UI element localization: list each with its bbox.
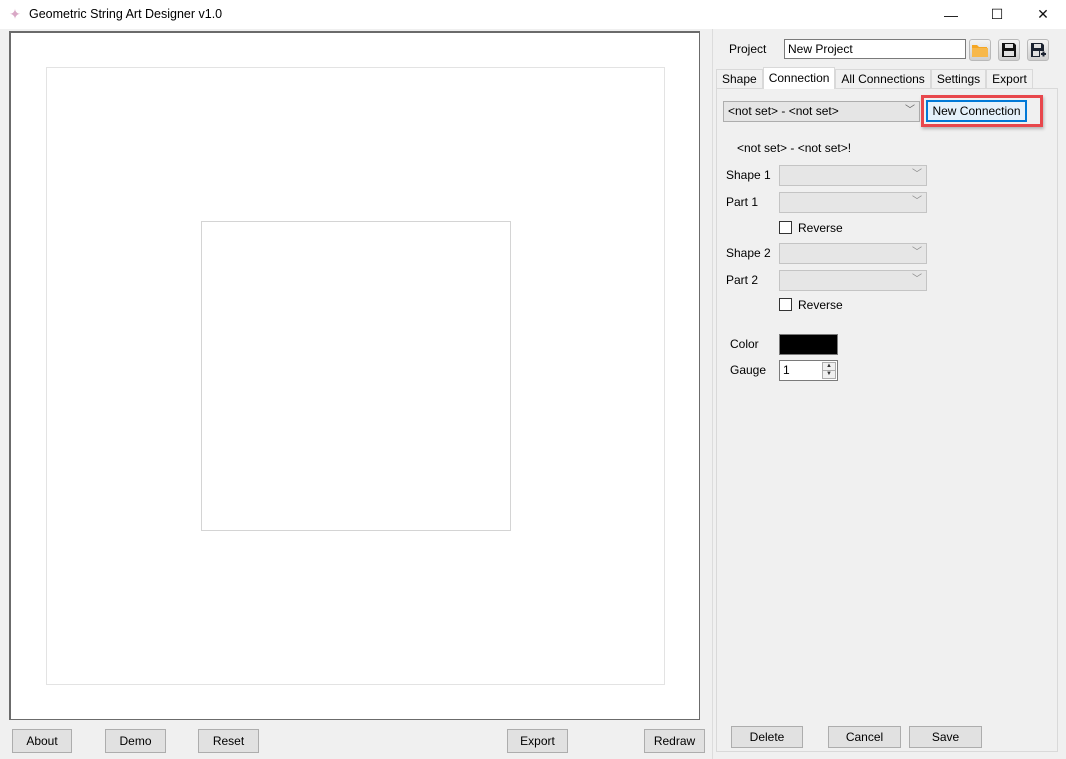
about-button[interactable]: About (12, 729, 72, 753)
save-as-icon (1031, 43, 1046, 57)
color-label: Color (730, 337, 759, 351)
delete-button[interactable]: Delete (731, 726, 803, 748)
spin-up-icon[interactable]: ▲ (823, 363, 835, 371)
tab-settings[interactable]: Settings (930, 69, 987, 88)
connection-selector-dropdown[interactable]: <not set> - <not set> ﹀ (723, 101, 920, 122)
save-project-button[interactable] (998, 39, 1020, 61)
shape2-label: Shape 2 (726, 246, 771, 260)
gauge-spin-buttons[interactable]: ▲ ▼ (822, 362, 836, 379)
part2-dropdown[interactable]: ﹀ (779, 270, 927, 291)
gauge-value: 1 (783, 363, 790, 377)
spin-down-icon[interactable]: ▼ (823, 371, 835, 378)
shape1-label: Shape 1 (726, 168, 771, 182)
connection-summary-text: <not set> - <not set>! (737, 141, 852, 155)
shape1-dropdown[interactable]: ﹀ (779, 165, 927, 186)
chevron-down-icon: ﹀ (912, 274, 922, 285)
chevron-down-icon: ﹀ (905, 105, 915, 116)
window-title: Geometric String Art Designer v1.0 (29, 7, 223, 21)
color-swatch-button[interactable] (779, 334, 838, 355)
reset-button[interactable]: Reset (198, 729, 259, 753)
save-icon (1002, 43, 1016, 57)
reverse2-checkbox[interactable] (779, 298, 792, 311)
chevron-down-icon: ﹀ (912, 196, 922, 207)
save-button[interactable]: Save (909, 726, 982, 748)
part2-label: Part 2 (726, 273, 759, 287)
project-label: Project (729, 42, 767, 56)
chevron-down-icon: ﹀ (912, 247, 922, 258)
minimize-icon: — (944, 6, 958, 23)
tab-strip: Shape Connection All Connections Setting… (716, 67, 1033, 89)
connection-tab-page (716, 88, 1058, 752)
shape2-dropdown[interactable]: ﹀ (779, 243, 927, 264)
maximize-icon: ☐ (990, 6, 1004, 22)
export-button[interactable]: Export (507, 729, 568, 753)
part1-dropdown[interactable]: ﹀ (779, 192, 927, 213)
save-as-project-button[interactable] (1027, 39, 1049, 61)
tab-all-connections[interactable]: All Connections (835, 69, 931, 88)
gauge-label: Gauge (730, 363, 767, 377)
tab-shape[interactable]: Shape (716, 69, 763, 88)
minimize-button[interactable]: — (928, 0, 974, 29)
connection-selector-value: <not set> - <not set> (728, 104, 839, 118)
canvas-left-strip (0, 31, 10, 720)
close-button[interactable]: ✕ (1020, 0, 1066, 29)
open-folder-icon (972, 45, 988, 57)
title-bar: ✦ Geometric String Art Designer v1.0 — ☐… (0, 0, 1066, 29)
project-name-input[interactable]: New Project (784, 39, 966, 59)
gauge-stepper[interactable]: 1 ▲ ▼ (779, 360, 838, 381)
cancel-button[interactable]: Cancel (828, 726, 901, 748)
chevron-down-icon: ﹀ (912, 169, 922, 180)
close-icon: ✕ (1037, 6, 1049, 22)
inner-square-shape[interactable] (201, 221, 511, 531)
app-sparkle-icon: ✦ (9, 6, 21, 22)
reverse1-checkbox[interactable] (779, 221, 792, 234)
new-connection-button[interactable]: New Connection (926, 100, 1027, 122)
part1-label: Part 1 (726, 195, 759, 209)
demo-button[interactable]: Demo (105, 729, 166, 753)
reverse1-label: Reverse (798, 221, 843, 235)
maximize-button[interactable]: ☐ (974, 0, 1020, 29)
open-project-button[interactable] (969, 39, 991, 61)
tab-export[interactable]: Export (986, 69, 1033, 88)
tab-connection[interactable]: Connection (762, 67, 836, 89)
redraw-button[interactable]: Redraw (644, 729, 705, 753)
reverse2-label: Reverse (798, 298, 843, 312)
